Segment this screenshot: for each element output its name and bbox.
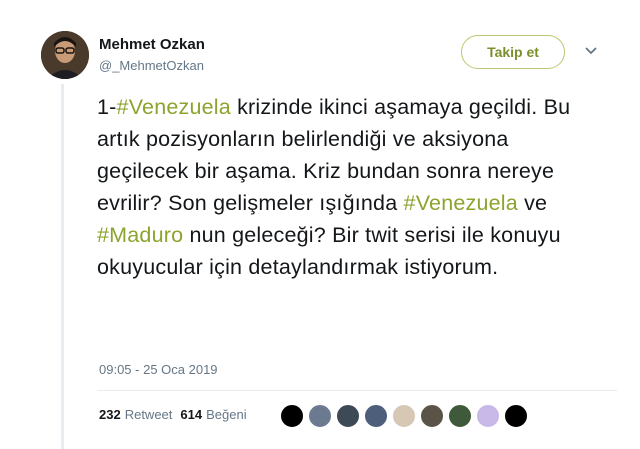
hashtag-venezuela[interactable]: #Venezuela bbox=[404, 191, 518, 215]
like-label: Beğeni bbox=[206, 407, 247, 422]
tweet-prefix: 1- bbox=[97, 95, 117, 119]
liker-avatar[interactable] bbox=[336, 404, 360, 428]
liker-avatar[interactable] bbox=[504, 404, 528, 428]
tweet-text: 1-#Venezuela krizinde ikinci aşamaya geç… bbox=[97, 91, 597, 283]
follow-button[interactable]: Takip et bbox=[461, 35, 565, 69]
tweet-text-part: ve bbox=[517, 191, 548, 215]
author-name[interactable]: Mehmet Ozkan bbox=[99, 36, 205, 53]
like-number: 614 bbox=[180, 407, 203, 422]
liker-avatar[interactable] bbox=[280, 404, 304, 428]
liker-avatar[interactable] bbox=[476, 404, 500, 428]
retweet-count[interactable]: 232 Retweet bbox=[99, 407, 172, 422]
hashtag-maduro[interactable]: #Maduro bbox=[97, 223, 183, 247]
tweet-stats: 232 Retweet 614 Beğeni bbox=[99, 407, 247, 422]
liker-avatars bbox=[280, 404, 532, 428]
liker-avatar[interactable] bbox=[308, 404, 332, 428]
avatar-image bbox=[41, 31, 89, 79]
divider bbox=[97, 390, 617, 391]
chevron-down-icon[interactable] bbox=[584, 46, 598, 56]
hashtag-venezuela[interactable]: #Venezuela bbox=[117, 95, 231, 119]
like-count[interactable]: 614 Beğeni bbox=[180, 407, 246, 422]
liker-avatar[interactable] bbox=[420, 404, 444, 428]
retweet-label: Retweet bbox=[124, 407, 173, 422]
liker-avatar[interactable] bbox=[364, 404, 388, 428]
liker-avatar[interactable] bbox=[392, 404, 416, 428]
timestamp[interactable]: 09:05 - 25 Oca 2019 bbox=[99, 362, 218, 377]
author-handle[interactable]: @_MehmetOzkan bbox=[99, 58, 204, 73]
retweet-number: 232 bbox=[99, 407, 121, 422]
thread-line bbox=[61, 84, 64, 449]
avatar[interactable] bbox=[41, 31, 89, 79]
liker-avatar[interactable] bbox=[448, 404, 472, 428]
